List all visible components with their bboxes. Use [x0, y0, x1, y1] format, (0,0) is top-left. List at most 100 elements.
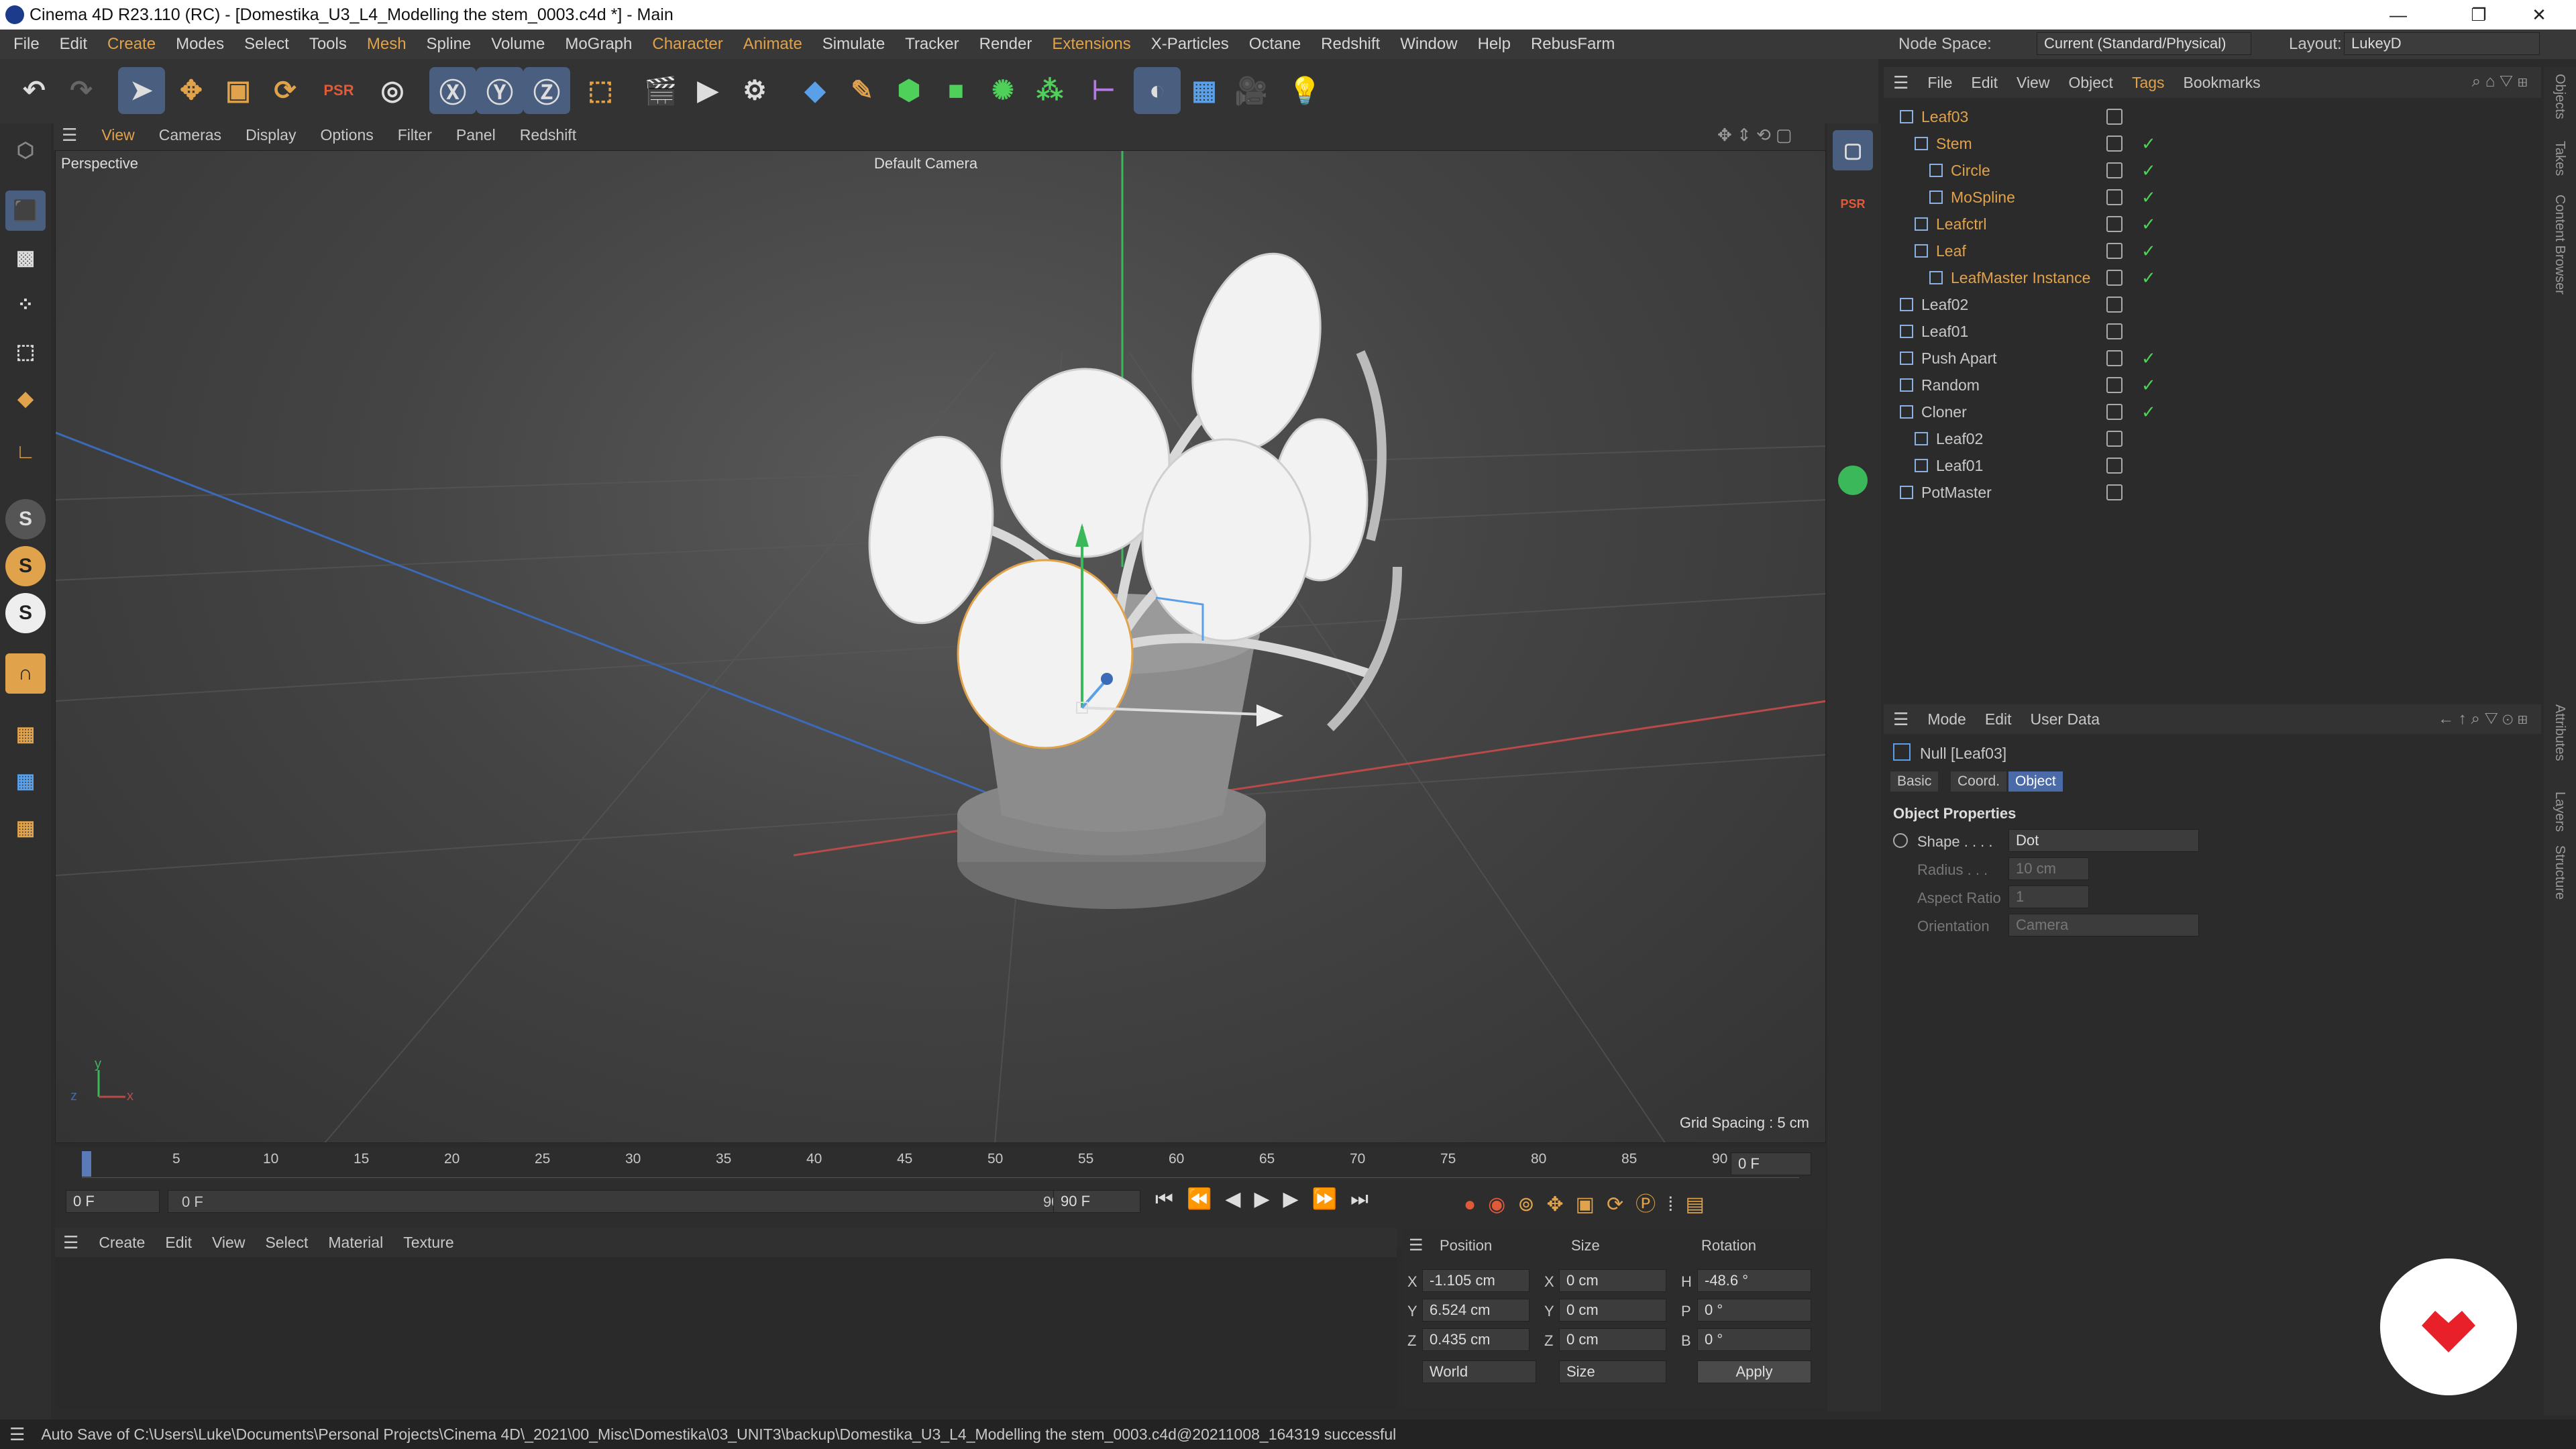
enabled-check-icon[interactable]: ✓: [2141, 375, 2156, 396]
object-menu-icon[interactable]: ☰: [1893, 72, 1909, 93]
menu-extensions[interactable]: Extensions: [1052, 35, 1130, 54]
status-menu-icon[interactable]: ☰: [9, 1424, 25, 1445]
visibility-toggle-icon[interactable]: [2106, 350, 2123, 366]
coords-menu-icon[interactable]: ☰: [1409, 1236, 1424, 1255]
object-row[interactable]: Leaf02: [1886, 291, 2504, 318]
view-icon[interactable]: ▢: [1833, 130, 1873, 170]
menu-spline[interactable]: Spline: [427, 35, 472, 54]
visibility-toggle-icon[interactable]: [2106, 109, 2123, 125]
object-row[interactable]: Push Apart ✓: [1886, 345, 2504, 372]
psr-tool-icon[interactable]: PSR: [315, 67, 362, 114]
object-name[interactable]: MoSpline: [1951, 189, 2015, 207]
visibility-toggle-icon[interactable]: [2106, 162, 2123, 178]
tab-takes[interactable]: Takes: [2552, 141, 2567, 176]
scale-tool-icon[interactable]: ▣: [215, 67, 262, 114]
subdivision-icon[interactable]: ⬢: [885, 67, 932, 114]
enabled-check-icon[interactable]: ✓: [2141, 268, 2156, 288]
object-menu-object[interactable]: Object: [2068, 74, 2112, 92]
object-row[interactable]: LeafMaster Instance ✓: [1886, 264, 2504, 291]
attribute-menu-edit[interactable]: Edit: [1985, 710, 2012, 729]
attribute-menu-userdata[interactable]: User Data: [2031, 710, 2100, 729]
axis-z-lock-icon[interactable]: Ⓩ: [523, 67, 570, 114]
pos-y-field[interactable]: 6.524 cm: [1422, 1299, 1529, 1322]
object-name[interactable]: Stem: [1936, 135, 1972, 153]
rotate-tool-icon[interactable]: ⟳: [262, 67, 309, 114]
last-tool-icon[interactable]: ◎: [369, 67, 416, 114]
object-row[interactable]: Leaf01: [1886, 452, 2504, 479]
viewport-menu-icon[interactable]: ☰: [62, 125, 77, 146]
object-name[interactable]: Circle: [1951, 162, 1990, 180]
coordinate-system-icon[interactable]: ⬚: [577, 67, 624, 114]
visibility-toggle-icon[interactable]: [2106, 484, 2123, 500]
autokey-icon[interactable]: ◉: [1488, 1193, 1517, 1216]
minimize-button[interactable]: —: [2361, 0, 2435, 30]
visibility-toggle-icon[interactable]: [2106, 270, 2123, 286]
model-mode-icon[interactable]: ⬛: [5, 191, 46, 231]
floor-icon[interactable]: ▦: [1181, 67, 1228, 114]
material-menu-material[interactable]: Material: [328, 1234, 383, 1252]
next-frame-icon[interactable]: ▶: [1283, 1188, 1312, 1210]
enabled-check-icon[interactable]: ✓: [2141, 133, 2156, 154]
goto-end-icon[interactable]: ⏭: [1350, 1188, 1382, 1210]
object-row[interactable]: Leaf02: [1886, 425, 2504, 452]
radius-field[interactable]: 10 cm: [2008, 857, 2089, 880]
goto-start-icon[interactable]: ⏮: [1155, 1188, 1187, 1210]
record-icon[interactable]: ●: [1464, 1193, 1488, 1216]
preview-range-slider[interactable]: 0 F 90 F: [168, 1190, 1087, 1213]
size-mode-select[interactable]: Size: [1559, 1360, 1666, 1383]
menu-simulate[interactable]: Simulate: [822, 35, 885, 54]
material-menu-edit[interactable]: Edit: [165, 1234, 192, 1252]
rot-h-field[interactable]: -48.6 °: [1697, 1269, 1811, 1292]
object-name[interactable]: Leaf02: [1921, 296, 1968, 314]
viewport-menu-display[interactable]: Display: [246, 126, 296, 144]
menu-modes[interactable]: Modes: [176, 35, 224, 54]
object-row[interactable]: Leafctrl ✓: [1886, 211, 2504, 237]
prev-frame-icon[interactable]: ◀: [1225, 1188, 1254, 1210]
select-tool-icon[interactable]: ➤: [118, 67, 165, 114]
material-menu-create[interactable]: Create: [99, 1234, 145, 1252]
viewport-menu-filter[interactable]: Filter: [398, 126, 432, 144]
tab-coord[interactable]: Coord.: [1951, 771, 2007, 792]
render-picture-viewer-icon[interactable]: ▶: [684, 67, 731, 114]
move-tool-icon[interactable]: ✥: [168, 67, 215, 114]
playhead[interactable]: [82, 1151, 91, 1177]
viewport-nav-icon[interactable]: ✥ ⇕ ⟲ ▢: [1717, 125, 1792, 146]
tab-attributes[interactable]: Attributes: [2552, 704, 2567, 761]
solo-selection-icon[interactable]: S: [5, 593, 46, 633]
points-mode-icon[interactable]: ⁘: [5, 284, 46, 325]
prev-key-icon[interactable]: ⏪: [1187, 1188, 1225, 1210]
object-row[interactable]: Leaf03: [1886, 103, 2504, 130]
visibility-toggle-icon[interactable]: [2106, 136, 2123, 152]
start-frame-field[interactable]: 0 F: [66, 1190, 160, 1213]
viewport-menu-cameras[interactable]: Cameras: [159, 126, 221, 144]
object-name[interactable]: Leaf: [1936, 242, 1966, 260]
object-menu-edit[interactable]: Edit: [1971, 74, 1998, 92]
material-menu-texture[interactable]: Texture: [403, 1234, 453, 1252]
edges-mode-icon[interactable]: ⬚: [5, 331, 46, 372]
key-position-icon[interactable]: ✥: [1546, 1193, 1575, 1216]
mograph-icon[interactable]: ⁂: [1026, 67, 1073, 114]
orientation-select[interactable]: Camera: [2008, 914, 2199, 936]
viewport-menu-redshift[interactable]: Redshift: [520, 126, 576, 144]
current-frame-field[interactable]: 0 F: [1731, 1152, 1811, 1175]
field-icon[interactable]: ◐: [1134, 67, 1181, 114]
menu-select[interactable]: Select: [244, 35, 289, 54]
object-name[interactable]: Random: [1921, 376, 1980, 394]
axis-y-lock-icon[interactable]: Ⓨ: [476, 67, 523, 114]
viewport-menu-options[interactable]: Options: [320, 126, 373, 144]
cube-primitive-icon[interactable]: ◆: [792, 67, 839, 114]
enabled-check-icon[interactable]: ✓: [2141, 160, 2156, 181]
visibility-toggle-icon[interactable]: [2106, 323, 2123, 339]
shape-select[interactable]: Dot: [2008, 829, 2199, 852]
menu-redshift[interactable]: Redshift: [1321, 35, 1380, 54]
cloner-icon[interactable]: ✺: [979, 67, 1026, 114]
object-name[interactable]: Leaf03: [1921, 108, 1968, 126]
menu-xparticles[interactable]: X-Particles: [1151, 35, 1229, 54]
apply-button[interactable]: Apply: [1697, 1360, 1811, 1383]
end-frame-field[interactable]: 90 F: [1053, 1190, 1140, 1213]
planar-workplane-icon[interactable]: ▦: [5, 808, 46, 848]
pos-x-field[interactable]: -1.105 cm: [1422, 1269, 1529, 1292]
workplane-lock-icon[interactable]: ▦: [5, 761, 46, 801]
key-scale-icon[interactable]: ▣: [1576, 1193, 1607, 1216]
tab-object[interactable]: Object: [2008, 771, 2063, 792]
